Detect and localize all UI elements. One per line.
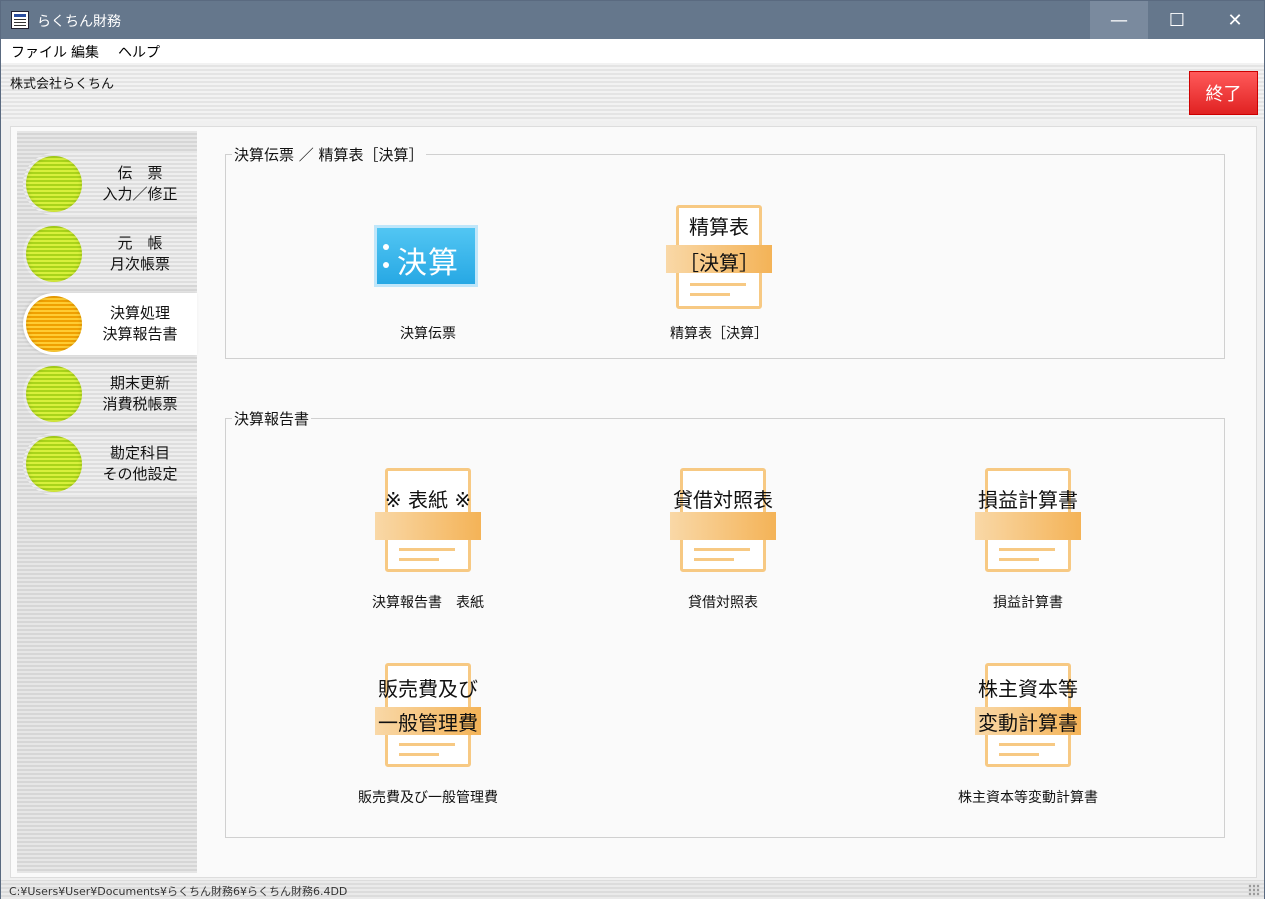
cover-icon: ※ 表紙 ※ bbox=[375, 468, 481, 572]
sidebar-label-line1: 決算処理 bbox=[109, 304, 170, 322]
sidebar-label-line1: 伝 票 bbox=[117, 164, 163, 182]
tile-caption: 損益計算書 bbox=[993, 595, 1063, 611]
resize-grip-icon[interactable] bbox=[1248, 884, 1260, 896]
sidebar-item-voucher[interactable]: 伝 票 入力／修正 bbox=[23, 153, 197, 215]
sidebar-label-line2: 月次帳票 bbox=[109, 255, 170, 273]
tile-equity-statement[interactable]: 株主資本等 変動計算書 株主資本等変動計算書 bbox=[928, 659, 1128, 806]
kessan-slip-icon: 決算 bbox=[374, 225, 478, 287]
sidebar-label-line1: 期末更新 bbox=[109, 374, 170, 392]
income-statement-icon: 損益計算書 bbox=[975, 468, 1081, 572]
minimize-button[interactable]: — bbox=[1090, 1, 1148, 39]
status-db-path: C:¥Users¥User¥Documents¥らくちん財務6¥らくちん財務6.… bbox=[9, 885, 348, 898]
tile-caption: 販売費及び一般管理費 bbox=[358, 790, 498, 806]
sidebar-item-label: 勘定科目 その他設定 bbox=[85, 443, 195, 485]
sidebar-label-line2: 決算報告書 bbox=[102, 325, 178, 343]
green-ball-icon bbox=[26, 436, 82, 492]
main-panel: 伝 票 入力／修正 元 帳 月次帳票 決算処理 決算報告書 期末更新 消費税帳票… bbox=[10, 126, 1257, 878]
company-name: 株式会社らくちん bbox=[10, 77, 115, 92]
group-settlement-slip: 決算伝票 ／ 精算表［決算］ 決算 決算伝票 精算表 ［決算］ 精算表［決算］ bbox=[225, 144, 1225, 359]
tile-caption: 貸借対照表 bbox=[688, 595, 758, 611]
kessan-icon-text: 決算 bbox=[397, 246, 459, 281]
maximize-button[interactable]: ☐ bbox=[1148, 1, 1206, 39]
menu-edit[interactable]: 編集 bbox=[71, 42, 99, 62]
balance-sheet-icon: 貸借対照表 bbox=[670, 468, 776, 572]
sidebar-item-year-end[interactable]: 期末更新 消費税帳票 bbox=[23, 363, 197, 425]
exit-button[interactable]: 終了 bbox=[1189, 71, 1258, 115]
minimize-icon: — bbox=[1110, 9, 1128, 31]
green-ball-icon bbox=[26, 366, 82, 422]
sidebar-item-ledger[interactable]: 元 帳 月次帳票 bbox=[23, 223, 197, 285]
sidebar-item-accounts[interactable]: 勘定科目 その他設定 bbox=[23, 433, 197, 495]
doc-icon-top-text: 株主資本等 bbox=[978, 677, 1078, 701]
sidebar-label-line2: その他設定 bbox=[102, 465, 178, 483]
window-title: らくちん財務 bbox=[37, 14, 121, 30]
sidebar-item-label: 元 帳 月次帳票 bbox=[85, 233, 195, 275]
doc-icon-top-text: ※ 表紙 ※ bbox=[384, 488, 472, 512]
doc-icon-band-text: 一般管理費 bbox=[378, 711, 478, 735]
sidebar: 伝 票 入力／修正 元 帳 月次帳票 決算処理 決算報告書 期末更新 消費税帳票… bbox=[17, 131, 197, 873]
menu-file[interactable]: ファイル bbox=[11, 42, 67, 62]
group-title: 決算報告書 bbox=[232, 408, 312, 429]
menu-bar: ファイル 編集 ヘルプ bbox=[1, 39, 1264, 63]
close-button[interactable]: ✕ bbox=[1206, 1, 1264, 39]
doc-icon-band-text: 変動計算書 bbox=[978, 711, 1078, 735]
header-strip: 株式会社らくちん 終了 bbox=[1, 63, 1264, 121]
doc-icon-top-text: 損益計算書 bbox=[978, 488, 1078, 512]
title-bar[interactable]: らくちん財務 — ☐ ✕ bbox=[1, 1, 1264, 39]
tile-caption: 精算表［決算］ bbox=[670, 326, 768, 342]
worksheet-icon: 精算表 ［決算］ bbox=[666, 205, 772, 309]
sidebar-item-label: 決算処理 決算報告書 bbox=[85, 303, 195, 345]
doc-icon-band-text: ［決算］ bbox=[679, 251, 759, 275]
sidebar-item-label: 期末更新 消費税帳票 bbox=[85, 373, 195, 415]
sidebar-item-settlement[interactable]: 決算処理 決算報告書 bbox=[23, 293, 197, 355]
tile-sga-expenses[interactable]: 販売費及び 一般管理費 販売費及び一般管理費 bbox=[328, 659, 528, 806]
sidebar-label-line2: 消費税帳票 bbox=[102, 395, 178, 413]
tile-caption: 株主資本等変動計算書 bbox=[958, 790, 1098, 806]
dots-icon bbox=[383, 242, 389, 272]
maximize-icon: ☐ bbox=[1168, 9, 1186, 31]
sidebar-label-line1: 元 帳 bbox=[117, 234, 163, 252]
orange-ball-icon bbox=[26, 296, 82, 352]
sidebar-label-line2: 入力／修正 bbox=[102, 185, 178, 203]
sga-icon: 販売費及び 一般管理費 bbox=[375, 663, 481, 767]
tile-caption: 決算伝票 bbox=[400, 326, 456, 342]
equity-statement-icon: 株主資本等 変動計算書 bbox=[975, 663, 1081, 767]
menu-help[interactable]: ヘルプ bbox=[118, 42, 160, 62]
green-ball-icon bbox=[26, 156, 82, 212]
tile-settlement-slip[interactable]: 決算 決算伝票 bbox=[328, 155, 528, 342]
doc-icon-top-text: 貸借対照表 bbox=[673, 488, 773, 512]
app-window: らくちん財務 — ☐ ✕ ファイル 編集 ヘルプ 株式会社らくちん 終了 伝 票… bbox=[0, 0, 1265, 899]
tile-report-cover[interactable]: ※ 表紙 ※ 決算報告書 表紙 bbox=[328, 464, 528, 611]
app-icon[interactable] bbox=[11, 11, 29, 29]
tile-income-statement[interactable]: 損益計算書 損益計算書 bbox=[928, 464, 1128, 611]
doc-icon-top-text: 精算表 bbox=[689, 215, 749, 239]
sidebar-label-line1: 勘定科目 bbox=[109, 444, 170, 462]
tile-balance-sheet[interactable]: 貸借対照表 貸借対照表 bbox=[623, 464, 823, 611]
doc-icon-top-text: 販売費及び bbox=[378, 677, 478, 701]
tile-worksheet[interactable]: 精算表 ［決算］ 精算表［決算］ bbox=[619, 155, 819, 342]
tile-caption: 決算報告書 表紙 bbox=[372, 595, 484, 611]
green-ball-icon bbox=[26, 226, 82, 282]
close-icon: ✕ bbox=[1227, 9, 1243, 31]
status-bar: C:¥Users¥User¥Documents¥らくちん財務6¥らくちん財務6.… bbox=[1, 880, 1264, 899]
sidebar-item-label: 伝 票 入力／修正 bbox=[85, 163, 195, 205]
group-financial-statements: 決算報告書 ※ 表紙 ※ 決算報告書 表紙 貸借対照表 貸借対照表 損益計算書 … bbox=[225, 408, 1225, 838]
